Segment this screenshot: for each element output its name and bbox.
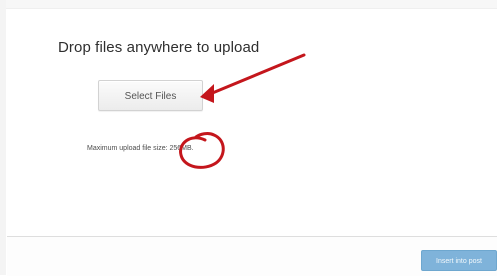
- top-edge: [0, 0, 497, 9]
- select-files-button[interactable]: Select Files: [98, 80, 203, 111]
- media-footer: Insert into post: [7, 236, 497, 276]
- max-upload-size-value: 256MB.: [169, 145, 194, 152]
- left-edge: [0, 0, 6, 275]
- media-upload-page: Drop files anywhere to upload Select Fil…: [0, 0, 497, 276]
- max-upload-size: Maximum upload file size: 256MB.: [87, 145, 194, 152]
- max-upload-size-label: Maximum upload file size:: [87, 145, 168, 152]
- drop-files-title: Drop files anywhere to upload: [58, 39, 260, 56]
- insert-into-post-button[interactable]: Insert into post: [421, 250, 497, 271]
